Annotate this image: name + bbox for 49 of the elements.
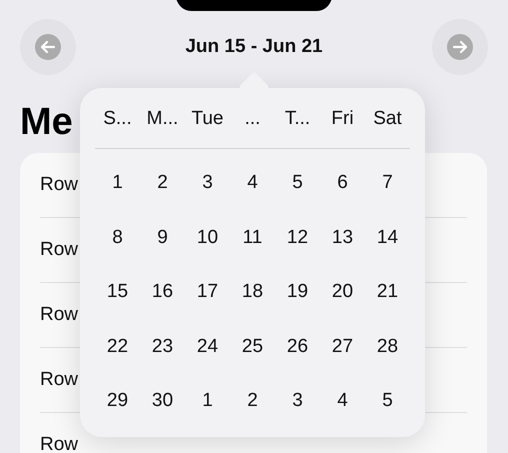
calendar-day[interactable]: 19 <box>278 265 318 320</box>
list-row-label[interactable]: Row <box>40 174 78 196</box>
weekday-label: Fri <box>331 107 354 130</box>
calendar-day[interactable]: 2 <box>232 374 272 428</box>
calendar-day[interactable]: 15 <box>98 265 138 320</box>
calendar-day[interactable]: 12 <box>278 210 318 265</box>
weekday-label: Sat <box>373 107 402 130</box>
list-row-label[interactable]: Row <box>40 304 78 326</box>
calendar-day[interactable]: 23 <box>142 320 182 374</box>
calendar-day[interactable]: 3 <box>278 374 318 428</box>
calendar-day[interactable]: 14 <box>368 210 408 265</box>
calendar-day[interactable]: 10 <box>188 210 228 265</box>
calendar-day[interactable]: 24 <box>188 320 228 374</box>
list-row-label[interactable]: Row <box>40 239 78 261</box>
calendar-day[interactable]: 5 <box>278 156 318 210</box>
calendar-day[interactable]: 7 <box>368 156 408 210</box>
calendar-day[interactable]: 30 <box>142 374 182 428</box>
calendar-day[interactable]: 5 <box>368 374 408 428</box>
calendar-day[interactable]: 1 <box>188 374 228 428</box>
date-range-title: Jun 15 - Jun 21 <box>185 36 323 58</box>
calendar-day[interactable]: 21 <box>368 265 408 320</box>
weekday-label: M... <box>146 107 178 130</box>
calendar-day[interactable]: 8 <box>98 210 138 265</box>
calendar-day[interactable]: 16 <box>142 265 182 320</box>
calendar-day[interactable]: 29 <box>98 374 138 428</box>
page-title: Me <box>20 100 73 145</box>
calendar-day[interactable]: 27 <box>322 320 362 374</box>
calendar-day[interactable]: 22 <box>98 320 138 374</box>
calendar-day[interactable]: 28 <box>368 320 408 374</box>
calendar-day[interactable]: 25 <box>232 320 272 374</box>
calendar-day[interactable]: 1 <box>98 156 138 210</box>
calendar-day[interactable]: 13 <box>322 210 362 265</box>
calendar-day[interactable]: 3 <box>188 156 228 210</box>
list-row-label[interactable]: Row <box>40 369 78 391</box>
weekday-label: ... <box>244 107 260 130</box>
weekday-label: Tue <box>191 107 224 130</box>
weekday-label: T... <box>284 107 310 130</box>
calendar-day[interactable]: 4 <box>232 156 272 210</box>
calendar-day[interactable]: 20 <box>322 265 362 320</box>
calendar-day[interactable]: 26 <box>278 320 318 374</box>
calendar-day[interactable]: 6 <box>322 156 362 210</box>
calendar-day[interactable]: 11 <box>232 210 272 265</box>
calendar-day[interactable]: 2 <box>142 156 182 210</box>
calendar-day[interactable]: 17 <box>188 265 228 320</box>
calendar-day[interactable]: 4 <box>322 374 362 428</box>
weekday-label: S... <box>103 107 132 130</box>
calendar-day[interactable]: 9 <box>142 210 182 265</box>
calendar-day[interactable]: 18 <box>232 265 272 320</box>
list-row-label[interactable]: Row <box>40 434 78 453</box>
